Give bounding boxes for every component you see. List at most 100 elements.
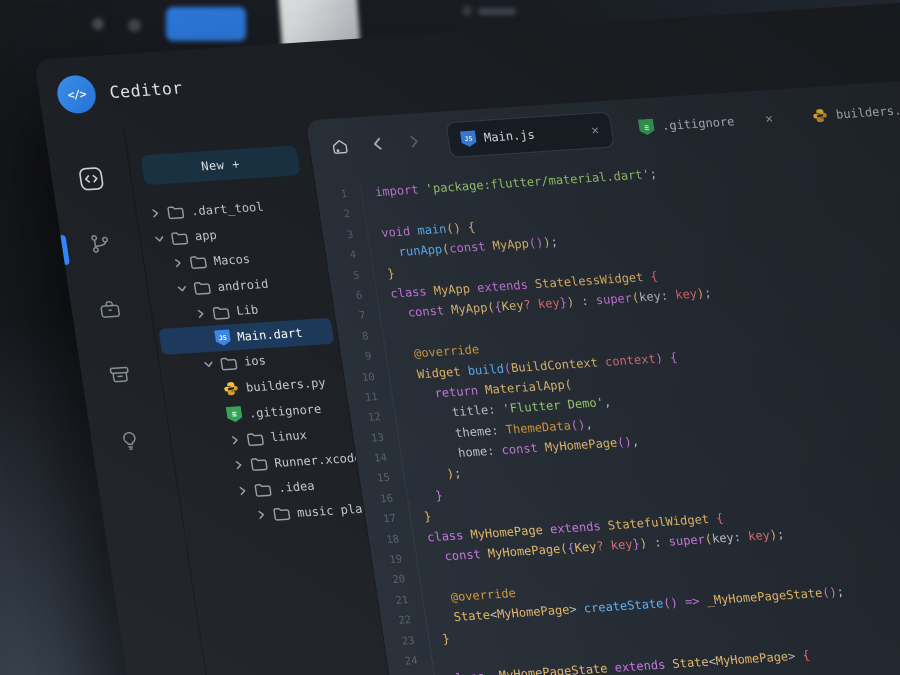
chevron-right-icon: [173, 259, 183, 269]
tree-item-label: app: [194, 228, 218, 243]
back-button[interactable]: [369, 136, 387, 153]
tree-item-label: ios: [243, 354, 267, 369]
line-number: 19: [371, 549, 404, 571]
line-number: 16: [361, 488, 394, 510]
line-number: 23: [383, 630, 416, 652]
code-text: }: [409, 506, 433, 528]
git-file-icon: ≡: [638, 119, 655, 136]
app-title: Ceditor: [108, 78, 184, 102]
tree-item-label: .dart_tool: [190, 199, 264, 218]
code-text: }: [405, 485, 444, 508]
code-panel-icon[interactable]: [78, 166, 106, 191]
new-file-button[interactable]: New +: [140, 145, 300, 185]
git-branch-icon[interactable]: [87, 232, 115, 257]
archive-icon[interactable]: [107, 363, 135, 388]
chevron-right-icon: [406, 134, 422, 149]
line-number: 18: [368, 529, 401, 551]
folder-icon: [253, 481, 272, 497]
line-number: 9: [340, 346, 373, 368]
screenshot-stage: </> Ceditor: [0, 0, 900, 675]
line-number: 6: [331, 286, 364, 308]
folder-icon: [246, 430, 265, 446]
git-file-icon: ≡: [226, 406, 243, 423]
js-file-icon: JS: [460, 130, 477, 147]
chevron-right-icon: [234, 460, 244, 470]
code-text: [381, 324, 398, 345]
line-number: 22: [380, 610, 413, 632]
tab-label: builders.py: [835, 101, 900, 121]
line-number: 15: [358, 468, 391, 490]
code-editor[interactable]: 1import 'package:flutter/material.dart';…: [314, 129, 900, 675]
code-text: );: [402, 463, 462, 487]
line-number: 3: [322, 225, 355, 247]
python-file-icon: [811, 107, 829, 124]
folder-icon: [193, 280, 212, 296]
app-logo-icon: </>: [55, 74, 99, 114]
js-file-icon: JS: [214, 329, 231, 346]
briefcase-icon[interactable]: [97, 297, 125, 322]
line-number: 5: [328, 265, 361, 287]
line-number: 21: [377, 590, 410, 612]
chevron-right-icon: [150, 209, 160, 219]
tree-item-label: builders.py: [245, 375, 327, 394]
line-number: 1: [316, 184, 349, 206]
line-number: 4: [325, 245, 358, 267]
code-text: [430, 649, 447, 670]
lightbulb-icon[interactable]: [117, 429, 145, 454]
backdrop-icon-dot: [128, 19, 141, 32]
tree-item-label: android: [217, 276, 270, 293]
code-text: [363, 203, 380, 224]
code-text: }: [372, 263, 396, 285]
folder-icon: [272, 506, 291, 522]
tab-builders.py[interactable]: builders.py×: [798, 90, 900, 134]
chevron-right-icon: [196, 309, 206, 319]
chevron-right-icon: [177, 284, 187, 294]
python-file-icon: [222, 380, 240, 397]
home-button[interactable]: [322, 130, 359, 164]
tree-item-label: linux: [270, 428, 308, 444]
line-number: 17: [365, 509, 398, 531]
backdrop-blue-button: [166, 7, 246, 41]
folder-icon: [170, 230, 189, 246]
tab-Main.js[interactable]: JS Main.js ×: [445, 111, 614, 158]
tree-item-label: .gitignore: [248, 401, 322, 420]
backdrop-avatar-dot: [462, 6, 472, 16]
tab-label: .gitignore: [661, 113, 758, 133]
chevron-right-icon: [238, 486, 248, 496]
tab-label: Main.js: [483, 124, 584, 144]
editor-window: </> Ceditor: [34, 0, 900, 675]
chevron-right-icon: [257, 510, 267, 520]
folder-icon: [189, 254, 208, 270]
line-number: 8: [337, 326, 370, 348]
line-number: 14: [355, 448, 388, 470]
code-text: [418, 568, 435, 589]
line-number: 24: [386, 651, 419, 673]
folder-icon: [219, 355, 238, 371]
backdrop-text-bar: [478, 8, 516, 15]
folder-icon: [211, 304, 230, 320]
editor-area: JS Main.js × ≡ .gitignore × builders.py× 1impo…: [305, 71, 900, 675]
line-number: 11: [346, 387, 379, 409]
line-number: 7: [334, 306, 367, 328]
forward-button[interactable]: [405, 134, 423, 151]
tree-item-label: Main.dart: [236, 326, 303, 344]
chevron-right-icon: [203, 360, 213, 370]
tab-.gitignore[interactable]: ≡ .gitignore ×: [625, 101, 788, 145]
folder-icon: [249, 456, 268, 472]
chevron-right-icon: [154, 234, 164, 244]
line-number: 13: [352, 428, 385, 450]
line-number: 2: [319, 204, 352, 226]
home-icon: [328, 135, 352, 160]
close-icon[interactable]: ×: [764, 112, 774, 125]
tree-item-label: Runner.xcode: [273, 450, 362, 470]
chevron-left-icon: [370, 136, 386, 151]
line-number: 12: [349, 407, 382, 429]
tree-item-label: Macos: [213, 252, 251, 268]
folder-icon: [166, 204, 185, 220]
code-text: }: [427, 628, 451, 650]
tree-item-label: Lib: [235, 303, 259, 318]
line-number: 20: [374, 570, 407, 592]
close-icon[interactable]: ×: [590, 124, 600, 137]
chevron-right-icon: [230, 435, 240, 445]
line-number: 25: [389, 671, 422, 675]
